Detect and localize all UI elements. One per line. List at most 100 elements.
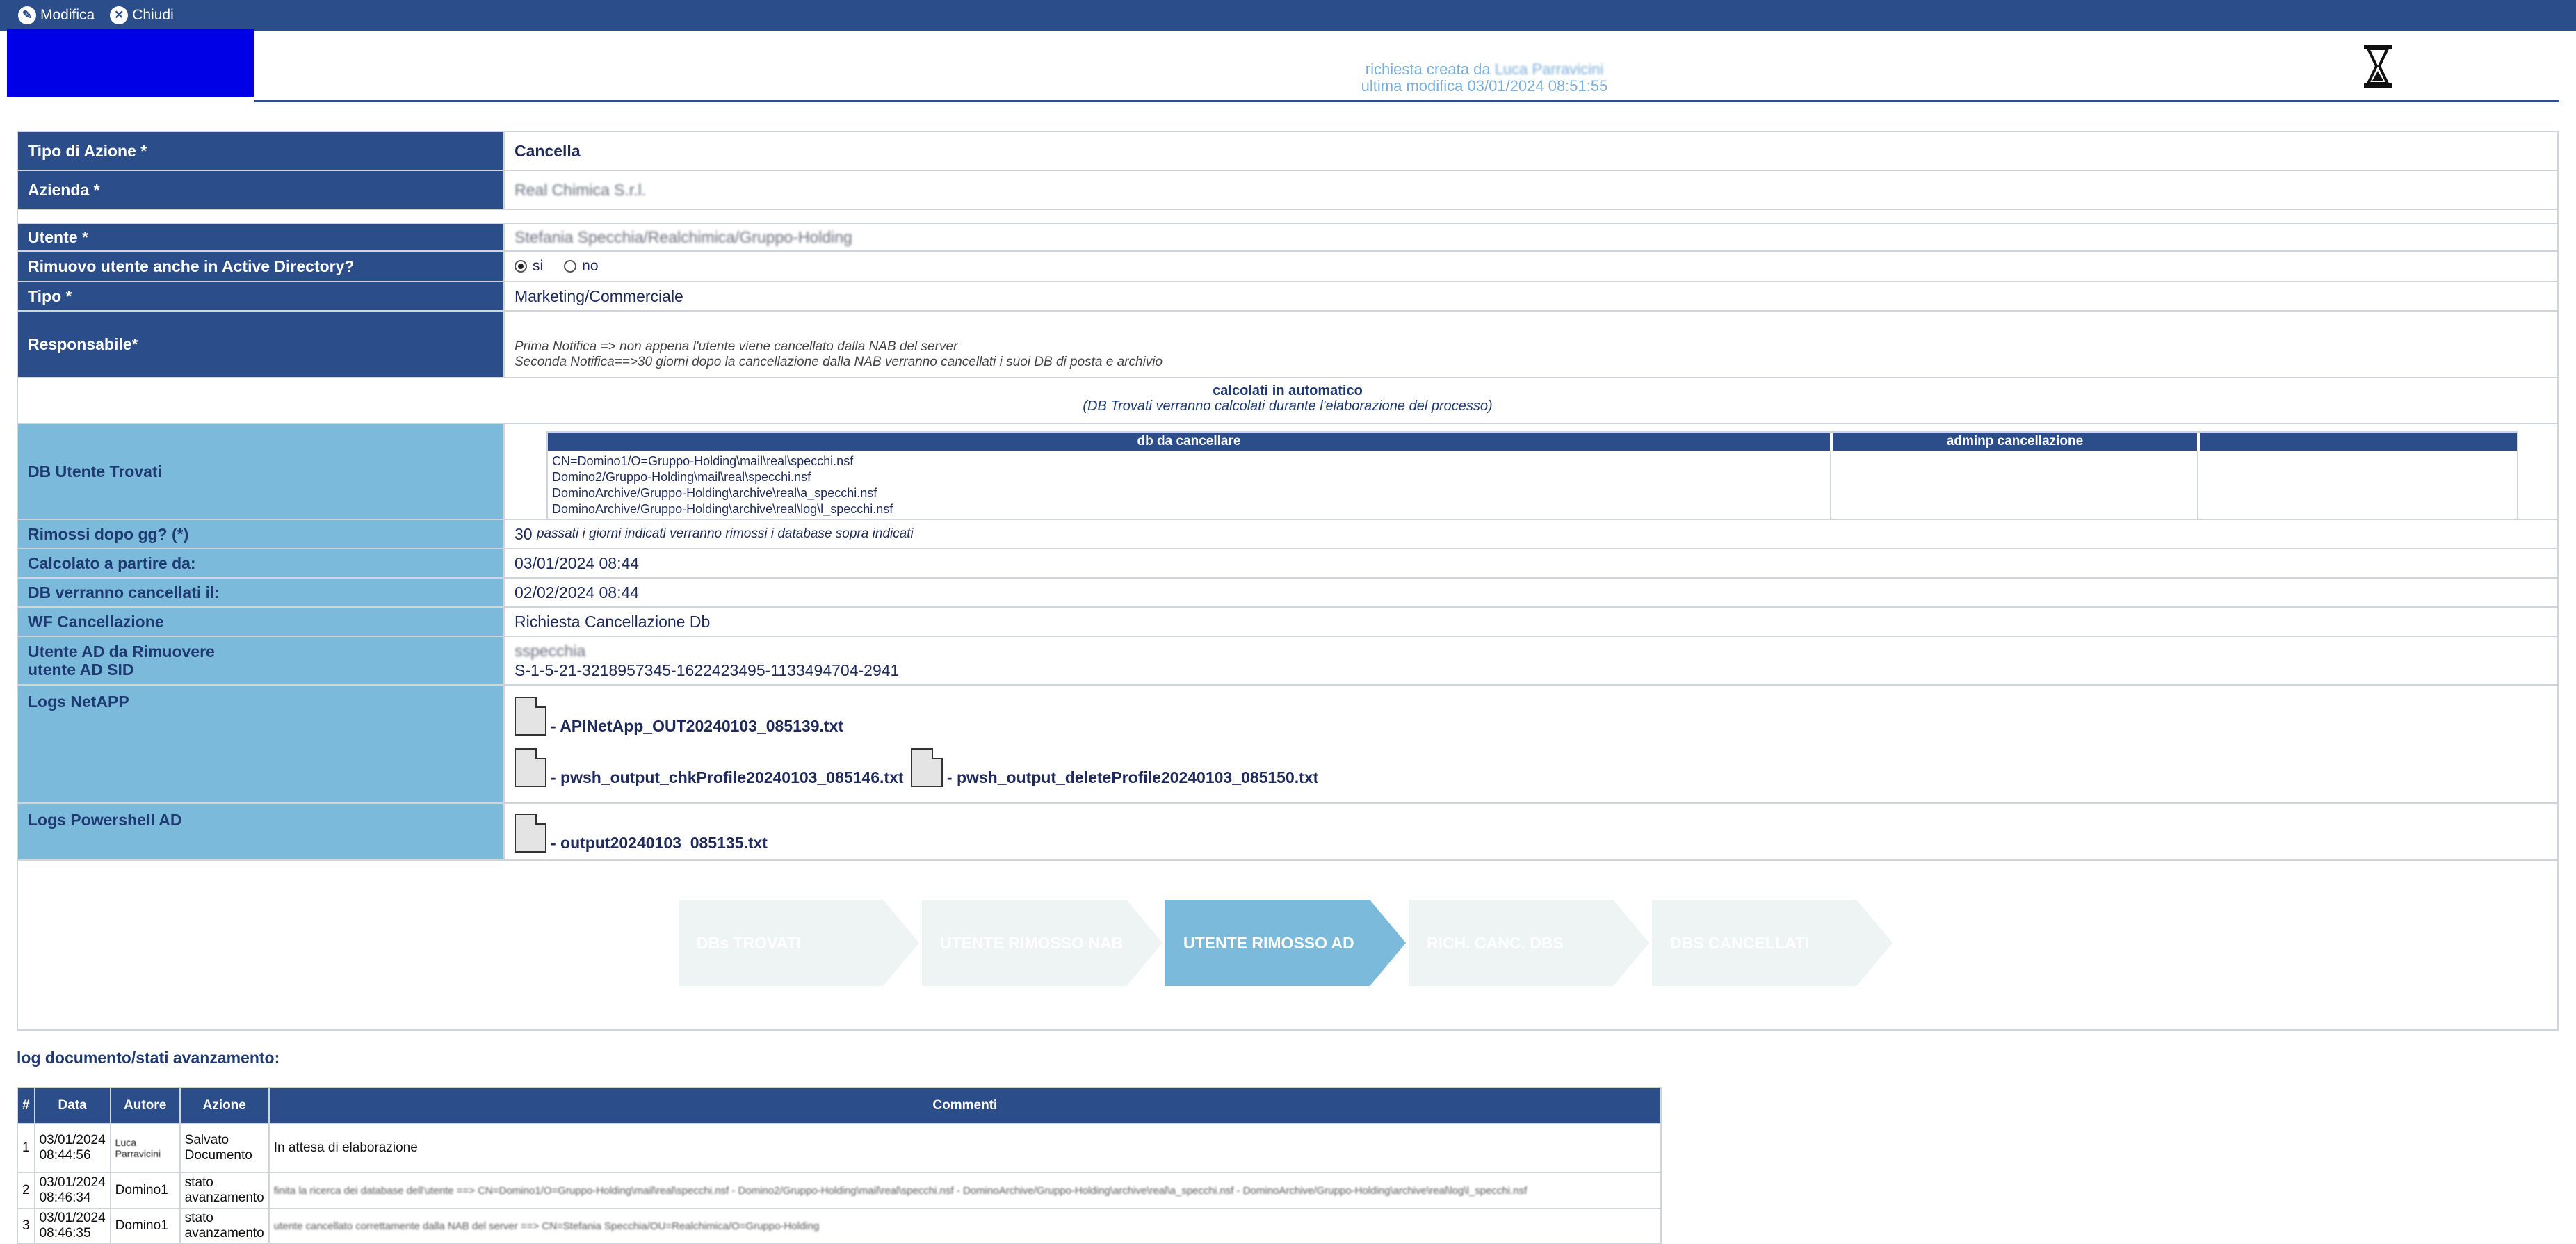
step-dbs-cancellati: DBS CANCELLATI bbox=[1652, 900, 1893, 986]
utente-ad-value: sspecchia bbox=[515, 642, 586, 660]
responsabile-note-2: Seconda Notifica==>30 giorni dopo la can… bbox=[515, 355, 1163, 369]
netapp-log-link[interactable]: - APINetApp_OUT20240103_085139.txt bbox=[515, 697, 843, 736]
row-tipo: Tipo * Marketing/Commerciale bbox=[18, 282, 2557, 312]
row-calcolato-da: Calcolato a partire da: 03/01/2024 08:44 bbox=[18, 549, 2557, 579]
row-responsabile: Responsabile* Prima Notifica => non appe… bbox=[18, 312, 2557, 378]
log-col-data: Data bbox=[33, 1087, 111, 1124]
db-table: db da cancellare adminp cancellazione CN… bbox=[546, 431, 2518, 520]
created-by-prefix: richiesta creata da bbox=[1365, 60, 1491, 78]
wf-cancellazione-value: Richiesta Cancellazione Db bbox=[505, 608, 2557, 636]
rimossi-dopo-value: 30 bbox=[515, 524, 533, 543]
log-header-row: # Data Autore Azione Commenti bbox=[17, 1087, 1662, 1124]
row-db-cancellati-il: DB verranno cancellati il: 02/02/2024 08… bbox=[18, 579, 2557, 608]
utente-value: Stefania Specchia/Realchimica/Gruppo-Hol… bbox=[515, 227, 852, 246]
tipo-value: Marketing/Commerciale bbox=[505, 282, 2557, 310]
log-cell: utente cancellato correttamente dalla NA… bbox=[268, 1208, 1662, 1244]
table-row: 2 03/01/2024 08:46:34 Domino1 stato avan… bbox=[17, 1172, 1662, 1209]
calcolato-da-value: 03/01/2024 08:44 bbox=[505, 549, 2557, 577]
request-info: richiesta creata da Luca Parravicini ult… bbox=[1182, 61, 1787, 95]
db-item: CN=Domino1/O=Gruppo-Holding\mail\real\sp… bbox=[552, 454, 854, 468]
table-row: 3 03/01/2024 08:46:35 Domino1 stato avan… bbox=[17, 1208, 1662, 1244]
log-col-commenti: Commenti bbox=[268, 1087, 1662, 1124]
log-cell: stato avanzamento bbox=[179, 1208, 270, 1244]
wf-cancellazione-label: WF Cancellazione bbox=[18, 608, 505, 636]
tipo-label: Tipo * bbox=[18, 282, 505, 310]
file-icon bbox=[515, 814, 546, 853]
auto-calculated-note: calcolati in automatico (DB Trovati verr… bbox=[18, 379, 2557, 415]
tipo-azione-value: Cancella bbox=[505, 132, 2557, 170]
log-cell: In attesa di elaborazione bbox=[268, 1123, 1662, 1173]
utente-ad-sid-value: S-1-5-21-3218957345-1622423495-113349470… bbox=[515, 661, 900, 679]
powershell-log-link[interactable]: - output20240103_085135.txt bbox=[515, 814, 768, 853]
db-item: Domino2/Gruppo-Holding\mail\real\specchi… bbox=[552, 470, 811, 484]
utente-ad-label: Utente AD da Rimuovere bbox=[28, 643, 215, 661]
rimossi-dopo-note: passati i giorni indicati verranno rimos… bbox=[536, 526, 914, 541]
edit-button[interactable]: ✎ Modifica bbox=[18, 6, 95, 24]
db-cancellati-il-value: 02/02/2024 08:44 bbox=[505, 579, 2557, 606]
log-col-num: # bbox=[17, 1087, 35, 1124]
log-col-azione: Azione bbox=[179, 1087, 270, 1124]
utente-label: Utente * bbox=[18, 224, 505, 250]
log-cell: Salvato Documento bbox=[179, 1123, 270, 1173]
netapp-log-link[interactable]: - pwsh_output_deleteProfile20240103_0851… bbox=[910, 748, 1318, 787]
log-table: # Data Autore Azione Commenti 1 03/01/20… bbox=[17, 1087, 1662, 1244]
db-trovati-label: DB Utente Trovati bbox=[18, 424, 505, 519]
radio-si[interactable] bbox=[515, 260, 527, 273]
utente-ad-sid-label: utente AD SID bbox=[28, 661, 134, 679]
db-item: DominoArchive/Gruppo-Holding\archive\rea… bbox=[552, 502, 893, 516]
row-utente-ad: Utente AD da Rimuovere utente AD SID ssp… bbox=[18, 637, 2557, 686]
radio-no-label: no bbox=[582, 258, 599, 274]
header-divider bbox=[254, 100, 2559, 102]
log-cell: 03/01/2024 08:46:35 bbox=[33, 1208, 111, 1244]
calc-subtitle: (DB Trovati verranno calcolati durante l… bbox=[1083, 398, 1493, 414]
file-icon bbox=[515, 697, 546, 736]
log-cell: 03/01/2024 08:44:56 bbox=[33, 1123, 111, 1173]
calc-title: calcolati in automatico bbox=[1213, 383, 1363, 398]
row-azienda: Azienda * Real Chimica S.r.l. bbox=[18, 171, 2557, 210]
row-rimossi-dopo: Rimossi dopo gg? (*) 30 passati i giorni… bbox=[18, 520, 2557, 549]
step-rich-canc-dbs: RICH. CANC. DBS bbox=[1409, 900, 1649, 986]
log-cell: stato avanzamento bbox=[179, 1172, 270, 1209]
file-icon bbox=[515, 748, 546, 787]
log-cell: Domino1 bbox=[109, 1208, 181, 1244]
close-button-label: Chiudi bbox=[132, 7, 174, 23]
log-cell: 03/01/2024 08:46:34 bbox=[33, 1172, 111, 1209]
log-col-autore: Autore bbox=[109, 1087, 181, 1124]
azienda-label: Azienda * bbox=[18, 171, 505, 209]
hourglass-icon bbox=[2364, 45, 2392, 88]
rimuovo-ad-label: Rimuovo utente anche in Active Directory… bbox=[18, 252, 505, 281]
step-dbs-trovati: DBs TROVATI bbox=[679, 900, 919, 986]
step-utente-rimosso-nab: UTENTE RIMOSSO NAB bbox=[922, 900, 1163, 986]
pencil-icon: ✎ bbox=[18, 6, 36, 24]
rimossi-dopo-label: Rimossi dopo gg? (*) bbox=[18, 520, 505, 548]
row-tipo-azione: Tipo di Azione * Cancella bbox=[18, 132, 2557, 171]
created-by-name: Luca Parravicini bbox=[1494, 60, 1604, 78]
edit-button-label: Modifica bbox=[40, 7, 95, 23]
row-db-trovati: DB Utente Trovati db da cancellare admin… bbox=[18, 423, 2557, 520]
db-col-header: db da cancellare bbox=[548, 433, 1830, 451]
responsabile-label: Responsabile* bbox=[18, 312, 505, 377]
tipo-azione-label: Tipo di Azione * bbox=[18, 132, 505, 170]
progress-steps: DBs TROVATI UTENTE RIMOSSO NAB UTENTE RI… bbox=[679, 900, 1930, 986]
netapp-log-link[interactable]: - pwsh_output_chkProfile20240103_085146.… bbox=[515, 748, 904, 787]
log-title: log documento/stati avanzamento: bbox=[17, 1049, 280, 1067]
adminp-col-header: adminp cancellazione bbox=[1833, 433, 2197, 451]
row-wf-cancellazione: WF Cancellazione Richiesta Cancellazione… bbox=[18, 608, 2557, 637]
row-logs-powershell: Logs Powershell AD - output20240103_0851… bbox=[18, 804, 2557, 861]
log-cell: finita la ricerca dei database dell'uten… bbox=[268, 1172, 1662, 1209]
step-utente-rimosso-ad: UTENTE RIMOSSO AD bbox=[1165, 900, 1406, 986]
empty-col-header bbox=[2200, 433, 2517, 451]
log-cell: 3 bbox=[17, 1208, 35, 1244]
log-cell: 1 bbox=[17, 1123, 35, 1173]
radio-no[interactable] bbox=[564, 260, 577, 273]
close-button[interactable]: ✕ Chiudi bbox=[110, 6, 174, 24]
request-form: Tipo di Azione * Cancella Azienda * Real… bbox=[17, 131, 2559, 1031]
log-cell: Luca Parravicini bbox=[109, 1123, 181, 1173]
log-cell: 2 bbox=[17, 1172, 35, 1209]
logs-powershell-label: Logs Powershell AD bbox=[18, 804, 505, 859]
logs-netapp-label: Logs NetAPP bbox=[18, 686, 505, 802]
row-logs-netapp: Logs NetAPP - APINetApp_OUT20240103_0851… bbox=[18, 686, 2557, 804]
log-cell: Domino1 bbox=[109, 1172, 181, 1209]
table-row: 1 03/01/2024 08:44:56 Luca Parravicini S… bbox=[17, 1123, 1662, 1173]
db-item: DominoArchive/Gruppo-Holding\archive\rea… bbox=[552, 486, 877, 500]
